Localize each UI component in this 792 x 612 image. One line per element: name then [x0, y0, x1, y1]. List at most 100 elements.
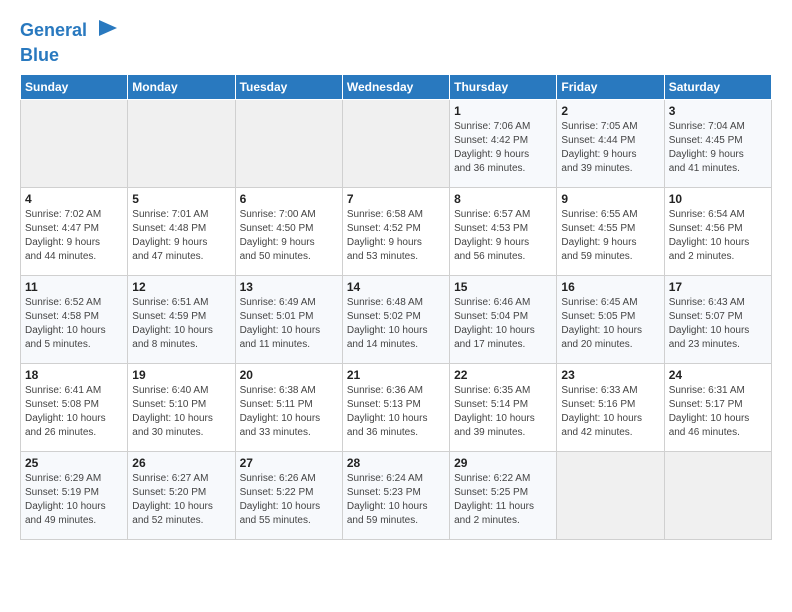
day-number: 28	[347, 456, 445, 470]
calendar-cell	[235, 99, 342, 187]
day-number: 1	[454, 104, 552, 118]
calendar-cell: 6 Sunrise: 7:00 AM Sunset: 4:50 PM Daylig…	[235, 187, 342, 275]
calendar-cell: 26Sunrise: 6:27 AM Sunset: 5:20 PM Dayli…	[128, 451, 235, 539]
day-info: Sunrise: 6:52 AM Sunset: 4:58 PM Dayligh…	[25, 296, 123, 352]
calendar-cell: 14Sunrise: 6:48 AM Sunset: 5:02 PM Dayli…	[342, 275, 449, 363]
day-number: 5	[132, 192, 230, 206]
day-info: Sunrise: 6:55 AM Sunset: 4:55 PM Dayligh…	[561, 208, 659, 264]
day-number: 10	[669, 192, 767, 206]
day-info: Sunrise: 7:06 AM Sunset: 4:42 PM Dayligh…	[454, 120, 552, 176]
calendar-cell	[128, 99, 235, 187]
day-info: Sunrise: 6:33 AM Sunset: 5:16 PM Dayligh…	[561, 384, 659, 440]
day-info: Sunrise: 6:54 AM Sunset: 4:56 PM Dayligh…	[669, 208, 767, 264]
day-number: 26	[132, 456, 230, 470]
day-number: 21	[347, 368, 445, 382]
page: General Blue SundayMo	[0, 0, 792, 550]
day-number: 9	[561, 192, 659, 206]
day-number: 17	[669, 280, 767, 294]
calendar-cell: 28Sunrise: 6:24 AM Sunset: 5:23 PM Dayli…	[342, 451, 449, 539]
day-info: Sunrise: 6:58 AM Sunset: 4:52 PM Dayligh…	[347, 208, 445, 264]
calendar-cell: 2 Sunrise: 7:05 AM Sunset: 4:44 PM Daylig…	[557, 99, 664, 187]
day-number: 22	[454, 368, 552, 382]
calendar-cell: 10 Sunrise: 6:54 AM Sunset: 4:56 PM Dayli…	[664, 187, 771, 275]
day-number: 19	[132, 368, 230, 382]
calendar-cell: 13 Sunrise: 6:49 AM Sunset: 5:01 PM Dayli…	[235, 275, 342, 363]
calendar-table: SundayMondayTuesdayWednesdayThursdayFrid…	[20, 74, 772, 540]
week-row-1: 1 Sunrise: 7:06 AM Sunset: 4:42 PM Daylig…	[21, 99, 772, 187]
day-number: 7	[347, 192, 445, 206]
day-info: Sunrise: 6:45 AM Sunset: 5:05 PM Dayligh…	[561, 296, 659, 352]
calendar-cell: 15 Sunrise: 6:46 AM Sunset: 5:04 PM Dayli…	[450, 275, 557, 363]
weekday-header-row: SundayMondayTuesdayWednesdayThursdayFrid…	[21, 74, 772, 99]
weekday-header-friday: Friday	[557, 74, 664, 99]
day-info: Sunrise: 6:43 AM Sunset: 5:07 PM Dayligh…	[669, 296, 767, 352]
calendar-cell: 9 Sunrise: 6:55 AM Sunset: 4:55 PM Daylig…	[557, 187, 664, 275]
day-number: 15	[454, 280, 552, 294]
day-number: 24	[669, 368, 767, 382]
day-number: 13	[240, 280, 338, 294]
weekday-header-thursday: Thursday	[450, 74, 557, 99]
day-number: 3	[669, 104, 767, 118]
header: General Blue	[20, 16, 772, 66]
day-number: 27	[240, 456, 338, 470]
day-number: 20	[240, 368, 338, 382]
day-info: Sunrise: 6:51 AM Sunset: 4:59 PM Dayligh…	[132, 296, 230, 352]
day-number: 4	[25, 192, 123, 206]
week-row-5: 25 Sunrise: 6:29 AM Sunset: 5:19 PM Dayli…	[21, 451, 772, 539]
day-number: 14	[347, 280, 445, 294]
day-number: 25	[25, 456, 123, 470]
logo-text: General	[20, 21, 87, 41]
calendar-cell: 25 Sunrise: 6:29 AM Sunset: 5:19 PM Dayli…	[21, 451, 128, 539]
day-number: 18	[25, 368, 123, 382]
weekday-header-sunday: Sunday	[21, 74, 128, 99]
day-number: 2	[561, 104, 659, 118]
calendar-cell	[21, 99, 128, 187]
calendar-cell: 24 Sunrise: 6:31 AM Sunset: 5:17 PM Dayli…	[664, 363, 771, 451]
day-info: Sunrise: 6:26 AM Sunset: 5:22 PM Dayligh…	[240, 472, 338, 528]
weekday-header-tuesday: Tuesday	[235, 74, 342, 99]
day-info: Sunrise: 7:04 AM Sunset: 4:45 PM Dayligh…	[669, 120, 767, 176]
calendar-cell: 21 Sunrise: 6:36 AM Sunset: 5:13 PM Dayli…	[342, 363, 449, 451]
day-info: Sunrise: 7:02 AM Sunset: 4:47 PM Dayligh…	[25, 208, 123, 264]
day-info: Sunrise: 7:05 AM Sunset: 4:44 PM Dayligh…	[561, 120, 659, 176]
day-info: Sunrise: 6:36 AM Sunset: 5:13 PM Dayligh…	[347, 384, 445, 440]
calendar-cell: 7 Sunrise: 6:58 AM Sunset: 4:52 PM Daylig…	[342, 187, 449, 275]
weekday-header-saturday: Saturday	[664, 74, 771, 99]
day-number: 6	[240, 192, 338, 206]
calendar-cell: 11 Sunrise: 6:52 AM Sunset: 4:58 PM Dayli…	[21, 275, 128, 363]
calendar-cell: 18 Sunrise: 6:41 AM Sunset: 5:08 PM Dayli…	[21, 363, 128, 451]
logo-text2: Blue	[20, 46, 59, 66]
day-info: Sunrise: 6:22 AM Sunset: 5:25 PM Dayligh…	[454, 472, 552, 528]
day-info: Sunrise: 7:00 AM Sunset: 4:50 PM Dayligh…	[240, 208, 338, 264]
day-info: Sunrise: 6:46 AM Sunset: 5:04 PM Dayligh…	[454, 296, 552, 352]
day-info: Sunrise: 6:49 AM Sunset: 5:01 PM Dayligh…	[240, 296, 338, 352]
week-row-3: 11 Sunrise: 6:52 AM Sunset: 4:58 PM Dayli…	[21, 275, 772, 363]
calendar-cell: 19Sunrise: 6:40 AM Sunset: 5:10 PM Dayli…	[128, 363, 235, 451]
day-number: 16	[561, 280, 659, 294]
calendar-cell: 16 Sunrise: 6:45 AM Sunset: 5:05 PM Dayli…	[557, 275, 664, 363]
day-info: Sunrise: 6:29 AM Sunset: 5:19 PM Dayligh…	[25, 472, 123, 528]
calendar-cell: 4 Sunrise: 7:02 AM Sunset: 4:47 PM Daylig…	[21, 187, 128, 275]
calendar-cell: 27 Sunrise: 6:26 AM Sunset: 5:22 PM Dayli…	[235, 451, 342, 539]
weekday-header-monday: Monday	[128, 74, 235, 99]
day-number: 23	[561, 368, 659, 382]
calendar-cell: 1 Sunrise: 7:06 AM Sunset: 4:42 PM Daylig…	[450, 99, 557, 187]
day-info: Sunrise: 6:35 AM Sunset: 5:14 PM Dayligh…	[454, 384, 552, 440]
calendar-cell: 29 Sunrise: 6:22 AM Sunset: 5:25 PM Dayli…	[450, 451, 557, 539]
week-row-2: 4 Sunrise: 7:02 AM Sunset: 4:47 PM Daylig…	[21, 187, 772, 275]
weekday-header-wednesday: Wednesday	[342, 74, 449, 99]
calendar-cell: 3 Sunrise: 7:04 AM Sunset: 4:45 PM Daylig…	[664, 99, 771, 187]
calendar-cell: 5Sunrise: 7:01 AM Sunset: 4:48 PM Daylig…	[128, 187, 235, 275]
day-number: 29	[454, 456, 552, 470]
calendar-cell: 20 Sunrise: 6:38 AM Sunset: 5:11 PM Dayli…	[235, 363, 342, 451]
calendar-cell: 8Sunrise: 6:57 AM Sunset: 4:53 PM Daylig…	[450, 187, 557, 275]
day-info: Sunrise: 6:38 AM Sunset: 5:11 PM Dayligh…	[240, 384, 338, 440]
calendar-cell: 17 Sunrise: 6:43 AM Sunset: 5:07 PM Dayli…	[664, 275, 771, 363]
calendar-cell: 12 Sunrise: 6:51 AM Sunset: 4:59 PM Dayli…	[128, 275, 235, 363]
calendar-cell: 23 Sunrise: 6:33 AM Sunset: 5:16 PM Dayli…	[557, 363, 664, 451]
day-info: Sunrise: 6:31 AM Sunset: 5:17 PM Dayligh…	[669, 384, 767, 440]
day-info: Sunrise: 6:41 AM Sunset: 5:08 PM Dayligh…	[25, 384, 123, 440]
day-number: 11	[25, 280, 123, 294]
day-number: 12	[132, 280, 230, 294]
logo: General Blue	[20, 16, 119, 66]
